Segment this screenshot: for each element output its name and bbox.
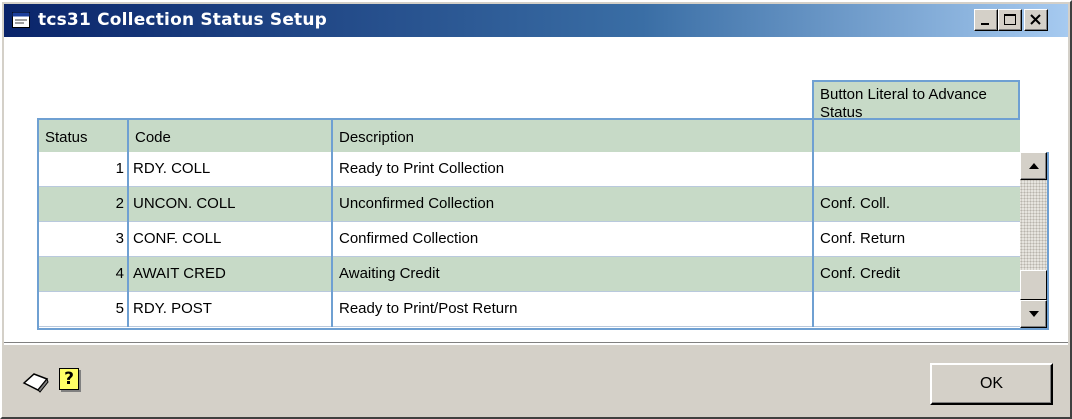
status-cell[interactable]: 4 xyxy=(39,257,129,292)
code-cell[interactable]: RDY. POST xyxy=(129,292,333,327)
status-cell[interactable]: 3 xyxy=(39,222,129,257)
vertical-scrollbar[interactable] xyxy=(1020,152,1049,330)
table-row[interactable]: 2 UNCON. COLL Unconfirmed Collection Con… xyxy=(39,187,1020,222)
title-bar[interactable]: tcs31 Collection Status Setup xyxy=(4,4,1068,37)
status-cell[interactable]: 1 xyxy=(39,152,129,187)
status-cell[interactable]: 2 xyxy=(39,187,129,222)
column-header-status[interactable]: Status xyxy=(39,120,129,152)
window-title: tcs31 Collection Status Setup xyxy=(38,10,328,30)
button-literal-cell[interactable] xyxy=(814,152,1020,187)
column-header-code[interactable]: Code xyxy=(129,120,333,152)
description-cell[interactable]: Unconfirmed Collection xyxy=(333,187,814,222)
code-cell[interactable]: AWAIT CRED xyxy=(129,257,333,292)
grid-header-row: Status Code Description xyxy=(37,118,1020,152)
footer-divider xyxy=(4,342,1068,345)
button-literal-cell[interactable]: Conf. Credit xyxy=(814,257,1020,292)
table-row[interactable]: 3 CONF. COLL Confirmed Collection Conf. … xyxy=(39,222,1020,257)
description-cell[interactable]: Confirmed Collection xyxy=(333,222,814,257)
main-panel: Button Literal to Advance Status Status … xyxy=(4,37,1068,342)
code-cell[interactable]: CONF. COLL xyxy=(129,222,333,257)
close-button[interactable] xyxy=(1024,9,1048,31)
arrow-up-icon xyxy=(1029,163,1039,169)
status-grid: Button Literal to Advance Status Status … xyxy=(37,80,1049,366)
collection-status-setup-window: tcs31 Collection Status Setup Button Lit… xyxy=(0,0,1072,419)
ok-button[interactable]: OK xyxy=(930,363,1053,405)
close-icon xyxy=(1030,14,1041,25)
code-cell[interactable]: UNCON. COLL xyxy=(129,187,333,222)
description-cell[interactable]: Ready to Print/Post Return xyxy=(333,292,814,327)
note-icon[interactable] xyxy=(22,371,50,393)
button-literal-cell[interactable]: Conf. Coll. xyxy=(814,187,1020,222)
scroll-thumb[interactable] xyxy=(1020,270,1047,300)
window-app-icon xyxy=(12,12,30,28)
description-cell[interactable]: Ready to Print Collection xyxy=(333,152,814,187)
button-literal-cell[interactable]: Conf. Return xyxy=(814,222,1020,257)
table-row[interactable]: 4 AWAIT CRED Awaiting Credit Conf. Credi… xyxy=(39,257,1020,292)
code-cell[interactable]: RDY. COLL xyxy=(129,152,333,187)
description-cell[interactable]: Awaiting Credit xyxy=(333,257,814,292)
scroll-up-button[interactable] xyxy=(1020,152,1047,180)
minimize-button[interactable] xyxy=(974,9,998,31)
minimize-icon xyxy=(981,23,989,25)
arrow-down-icon xyxy=(1029,311,1039,317)
help-icon[interactable]: ? xyxy=(59,368,79,390)
button-literal-cell[interactable] xyxy=(814,292,1020,327)
table-row[interactable]: 5 RDY. POST Ready to Print/Post Return xyxy=(39,292,1020,327)
status-cell[interactable]: 5 xyxy=(39,292,129,327)
maximize-icon xyxy=(1004,14,1016,25)
grid-body: 1 RDY. COLL Ready to Print Collection 2 … xyxy=(37,152,1020,330)
maximize-button[interactable] xyxy=(998,9,1022,31)
column-header-description[interactable]: Description xyxy=(333,120,814,152)
scroll-down-button[interactable] xyxy=(1020,300,1047,328)
table-row[interactable]: 1 RDY. COLL Ready to Print Collection xyxy=(39,152,1020,187)
